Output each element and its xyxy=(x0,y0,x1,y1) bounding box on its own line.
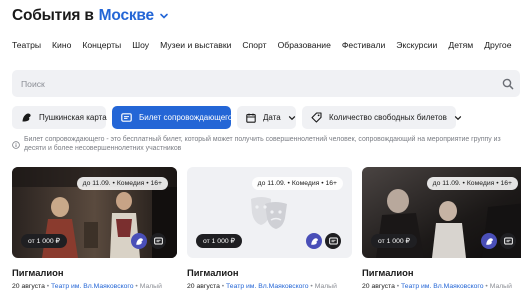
companion-ticket-label: Билет сопровождающего xyxy=(139,113,233,122)
companion-ticket-filter[interactable]: Билет сопровождающего xyxy=(112,106,233,129)
category-cinema[interactable]: Кино xyxy=(52,40,71,50)
note-text: Билет сопровождающего - это бесплатный б… xyxy=(24,136,501,152)
ticket-icon xyxy=(121,113,132,122)
page-title: События в xyxy=(12,7,94,24)
page-header: События в Москве xyxy=(12,6,169,26)
event-image[interactable]: до 11.09. • Комедия • 16+ от 1 000 ₽ xyxy=(362,167,521,258)
category-excursions[interactable]: Экскурсии xyxy=(396,40,437,50)
tag-icon xyxy=(311,112,322,123)
event-meta: 20 августа • Театр им. Вл.Маяковского • … xyxy=(362,283,521,290)
search-bar xyxy=(12,70,520,97)
event-venue-link[interactable]: Театр им. Вл.Маяковского xyxy=(226,283,309,290)
pushkin-card-icon xyxy=(306,233,322,249)
price-badge: от 1 000 ₽ xyxy=(196,234,242,248)
pushkin-card-label: Пушкинская карта xyxy=(39,113,107,122)
theatre-mask-icon xyxy=(247,195,291,236)
event-card[interactable]: до 11.09. • Комедия • 16+ от 1 000 ₽ Пиг… xyxy=(362,167,521,290)
ticket-icon xyxy=(150,233,166,249)
pushkin-card-icon xyxy=(131,233,147,249)
companion-ticket-note: Билет сопровождающего - это бесплатный б… xyxy=(12,136,512,154)
info-icon xyxy=(12,136,20,154)
event-badge: до 11.09. • Комедия • 16+ xyxy=(76,177,168,190)
category-shows[interactable]: Шоу xyxy=(132,40,149,50)
event-badge: до 11.09. • Комедия • 16+ xyxy=(251,177,343,190)
calendar-icon xyxy=(246,113,256,123)
search-input[interactable] xyxy=(21,78,491,89)
event-card[interactable]: до 11.09. • Комедия • 16+ от 1 000 ₽ Пиг… xyxy=(12,167,177,290)
pushkin-card-icon xyxy=(481,233,497,249)
pushkin-card-filter[interactable]: Пушкинская карта xyxy=(12,106,107,129)
free-tickets-filter[interactable]: Количество свободных билетов xyxy=(302,106,461,129)
event-meta: 20 августа • Театр им. Вл.Маяковского • … xyxy=(12,283,177,290)
event-date: 20 августа xyxy=(12,283,45,290)
chevron-down-icon xyxy=(288,114,296,122)
price-badge: от 1 000 ₽ xyxy=(371,234,417,248)
event-badge: до 11.09. • Комедия • 16+ xyxy=(426,177,518,190)
event-meta: 20 августа • Театр им. Вл.Маяковского • … xyxy=(187,283,352,290)
event-date: 20 августа xyxy=(362,283,395,290)
category-other[interactable]: Другое xyxy=(484,40,511,50)
category-education[interactable]: Образование xyxy=(278,40,331,50)
event-hall: Малый xyxy=(139,283,162,290)
search-icon[interactable] xyxy=(502,77,514,95)
category-museums[interactable]: Музеи и выставки xyxy=(160,40,231,50)
event-card[interactable]: до 11.09. • Комедия • 16+ от 1 000 ₽ Пиг… xyxy=(187,167,352,290)
price-badge: от 1 000 ₽ xyxy=(21,234,67,248)
event-venue-link[interactable]: Театр им. Вл.Маяковского xyxy=(51,283,134,290)
ticket-icon xyxy=(325,233,341,249)
filter-bar: Пушкинская карта Билет сопровождающего Д… xyxy=(12,106,461,129)
event-image[interactable]: до 11.09. • Комедия • 16+ от 1 000 ₽ xyxy=(187,167,352,258)
category-kids[interactable]: Детям xyxy=(448,40,473,50)
event-hall: Малый xyxy=(489,283,512,290)
city-selector[interactable]: Москве xyxy=(99,7,155,25)
date-filter[interactable]: Дата xyxy=(237,106,296,129)
pushkin-card-icon xyxy=(21,112,32,123)
free-tickets-label: Количество свободных билетов xyxy=(329,113,447,122)
category-theatres[interactable]: Театры xyxy=(12,40,41,50)
chevron-down-icon xyxy=(454,114,462,122)
chevron-down-icon[interactable] xyxy=(159,11,169,21)
ticket-icon xyxy=(500,233,516,249)
category-festivals[interactable]: Фестивали xyxy=(342,40,385,50)
category-sport[interactable]: Спорт xyxy=(242,40,266,50)
event-venue-link[interactable]: Театр им. Вл.Маяковского xyxy=(401,283,484,290)
event-title[interactable]: Пигмалион xyxy=(362,267,521,278)
event-date: 20 августа xyxy=(187,283,220,290)
event-title[interactable]: Пигмалион xyxy=(12,267,177,278)
category-nav: Театры Кино Концерты Шоу Музеи и выставк… xyxy=(12,40,512,50)
event-image[interactable]: до 11.09. • Комедия • 16+ от 1 000 ₽ xyxy=(12,167,177,258)
event-hall: Малый xyxy=(314,283,337,290)
category-concerts[interactable]: Концерты xyxy=(82,40,121,50)
date-label: Дата xyxy=(263,113,281,122)
event-title[interactable]: Пигмалион xyxy=(187,267,352,278)
